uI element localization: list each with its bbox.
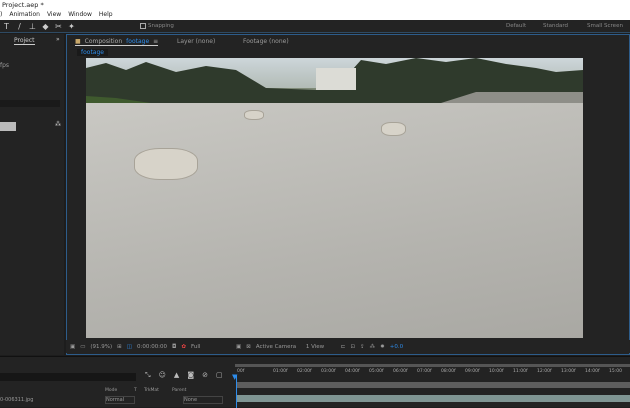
exposure-value[interactable]: +0.0 [390, 344, 403, 350]
flowchart-icon[interactable]: ⁂ [370, 344, 376, 350]
always-preview-icon[interactable]: ▣ [70, 344, 75, 350]
time-tick-label: 15:00 [609, 369, 622, 374]
time-tick-label: 10:00f [489, 369, 504, 374]
mask-visibility-icon[interactable]: ◫ [127, 344, 132, 350]
layer-row[interactable]: 0-006311.jpg Normal None [0, 395, 232, 404]
time-tick-label: 13:00f [561, 369, 576, 374]
footage-trees [86, 58, 583, 103]
type-tool-icon[interactable]: T [0, 22, 13, 31]
time-tick-label: 05:00f [369, 369, 384, 374]
col-t: T [134, 388, 137, 393]
roi-icon[interactable]: ▣ [236, 344, 241, 350]
workspace-standard[interactable]: Standard [543, 23, 568, 29]
clone-stamp-tool-icon[interactable]: ⊥ [26, 22, 39, 31]
snapping-label: Snapping [148, 23, 174, 29]
comp-subtab[interactable]: footage [77, 49, 108, 56]
time-tick-label: 01:00f [273, 369, 288, 374]
grid-icon[interactable]: ⊞ [117, 344, 122, 350]
timeline-panel: ⤡ ☺ ▲ ◙ ⊘ ▢ Mode T TrkMat Parent 0-00631… [0, 356, 630, 408]
project-item-selected[interactable] [0, 122, 16, 131]
time-tick-label: 04:00f [345, 369, 360, 374]
menu-bar: ) Animation View Window Help [0, 10, 630, 20]
zoom-dropdown[interactable]: (91.9%) [90, 344, 112, 350]
layer-bar-header [237, 382, 630, 388]
view-layout-dropdown[interactable]: 1 View [306, 344, 336, 350]
menu-icon[interactable]: ≡ [153, 38, 158, 45]
monitor-icon[interactable]: ▭ [80, 344, 85, 350]
footage-info: fps [0, 62, 10, 69]
time-tick-label: 02:00f [297, 369, 312, 374]
title-bar: Project.aep * [0, 0, 630, 10]
lock-icon: ■ [75, 38, 81, 45]
playhead-handle-icon[interactable]: ▼ [232, 373, 237, 381]
time-tick-label: 14:00f [585, 369, 600, 374]
composition-tab-prefix: Composition [84, 38, 123, 45]
brush-tool-icon[interactable]: / [13, 22, 26, 31]
export-icon[interactable]: ⇪ [360, 344, 365, 350]
draft-3d-icon[interactable]: ⤡ [145, 371, 151, 380]
shy-icon[interactable]: ☺ [159, 371, 166, 380]
time-tick-label: 11:00f [513, 369, 528, 374]
transparency-grid-icon[interactable]: ⊠ [246, 344, 251, 350]
snapshot-icon[interactable]: ◘ [172, 344, 176, 350]
timeline-search-input[interactable] [0, 373, 136, 381]
project-search-input[interactable] [0, 100, 60, 107]
planter [381, 122, 406, 136]
snapping-checkbox[interactable] [140, 23, 146, 29]
frame-blending-icon[interactable]: ▲ [174, 371, 179, 380]
tab-composition[interactable]: ■ Composition footage ≡ [75, 38, 159, 46]
project-panel: Project » fps ⁂ [0, 34, 64, 355]
comp-flowchart-icon[interactable]: ▢ [216, 371, 223, 380]
tab-layer[interactable]: Layer (none) [177, 38, 215, 45]
graph-editor-icon[interactable]: ⊘ [202, 371, 208, 380]
fast-previews-icon[interactable]: ⊏ [341, 344, 346, 350]
time-tick-label: 09:00f [465, 369, 480, 374]
tab-footage[interactable]: Footage (none) [243, 38, 289, 45]
exposure-reset-icon[interactable]: ✹ [380, 344, 385, 350]
eraser-tool-icon[interactable]: ◆ [39, 22, 52, 31]
timecode[interactable]: 0:00:00:00 [137, 344, 167, 350]
col-trkmat: TrkMat [144, 388, 159, 393]
camera-dropdown[interactable]: Active Camera [256, 344, 301, 350]
layer-parent-dropdown[interactable]: None [183, 395, 223, 404]
menu-animation[interactable]: Animation [9, 11, 40, 20]
layer-duration-bar[interactable] [237, 395, 630, 402]
composition-viewer[interactable] [86, 58, 583, 338]
workspace-default[interactable]: Default [506, 23, 526, 29]
channel-icon[interactable]: ✿ [181, 344, 186, 350]
col-mode: Mode [105, 388, 118, 393]
layer-name[interactable]: 0-006311.jpg [0, 397, 105, 403]
roto-brush-tool-icon[interactable]: ✂ [52, 22, 65, 31]
menu-item[interactable]: ) [0, 11, 2, 20]
tab-project[interactable]: Project [14, 37, 35, 45]
planter [244, 110, 264, 120]
time-tick-label: 07:00f [417, 369, 432, 374]
workspace-small-screen[interactable]: Small Screen [587, 23, 623, 29]
timeline-icon[interactable]: ⊡ [350, 344, 355, 350]
time-tick-label: 00f [237, 369, 245, 374]
resolution-dropdown[interactable]: Full [191, 344, 231, 350]
time-tick-label: 08:00f [441, 369, 456, 374]
menu-help[interactable]: Help [99, 11, 113, 20]
viewer-controls: ▣ ▭ (91.9%) ⊞ ◫ 0:00:00:00 ◘ ✿ Full ▣ ⊠ … [66, 340, 630, 353]
tools-group: T / ⊥ ◆ ✂ ✦ Snapping [0, 20, 174, 32]
layer-mode-dropdown[interactable]: Normal [105, 395, 135, 404]
time-tick-label: 12:00f [537, 369, 552, 374]
time-tick-label: 06:00f [393, 369, 408, 374]
expand-panels-icon[interactable]: » [56, 36, 60, 43]
toolbar: T / ⊥ ◆ ✂ ✦ Snapping Default Standard Sm… [0, 20, 630, 33]
planter [134, 148, 198, 180]
motion-blur-icon[interactable]: ◙ [187, 371, 194, 380]
puppet-tool-icon[interactable]: ✦ [65, 22, 78, 31]
col-parent: Parent [172, 388, 187, 393]
composition-tab-name: footage [126, 38, 150, 45]
menu-window[interactable]: Window [68, 11, 92, 20]
time-ruler[interactable]: 00f 01:00f 02:00f 03:00f 04:00f 05:00f 06:00f 0… [235, 367, 630, 382]
flowchart-icon[interactable]: ⁂ [55, 121, 61, 128]
time-tick-label: 03:00f [321, 369, 336, 374]
footage-pavement [86, 103, 583, 338]
timeline-switches: ⤡ ☺ ▲ ◙ ⊘ ▢ [145, 371, 223, 380]
menu-view[interactable]: View [47, 11, 61, 20]
